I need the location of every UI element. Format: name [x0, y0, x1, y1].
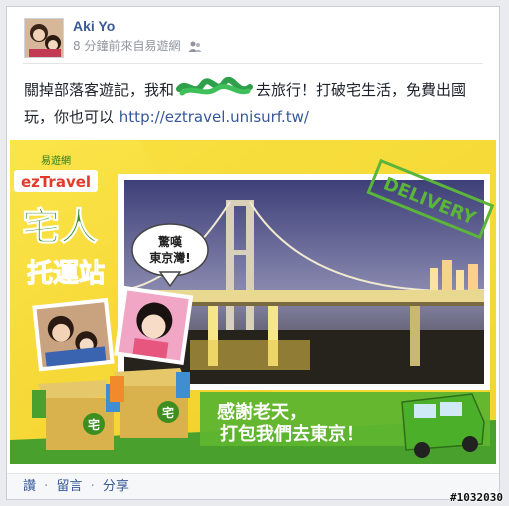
brand-small: 易遊網	[41, 154, 71, 167]
bubble-line-1: 驚嘆	[157, 234, 183, 249]
post-actions-bar: 讚 · 留言 · 分享	[7, 473, 499, 499]
banner-title-1: 宅人	[22, 205, 98, 249]
action-separator: ·	[44, 479, 49, 494]
audience-friends-icon[interactable]	[188, 41, 202, 56]
box-label-right: 宅	[162, 405, 174, 420]
share-link[interactable]: 分享	[103, 479, 129, 494]
banner-title-2: 托運站	[27, 259, 105, 289]
bubble-line-2: 東京灣!	[149, 250, 190, 265]
author-avatar[interactable]	[24, 18, 64, 58]
box-label-left: 宅	[88, 417, 100, 432]
shared-image-banner[interactable]: 易遊網 ezTravel 宅人 托運站 驚嘆 東京灣! DELIVERY 感謝老…	[10, 140, 496, 464]
feed-post: Aki Yo 8 分鐘前來自易遊網 關掉部落客遊記，我和 去旅行！打破宅生活，免費…	[6, 6, 500, 500]
cardboard-box-right: 宅	[110, 368, 190, 438]
slogan-line-1: 感謝老天，	[217, 401, 307, 423]
photo-couple	[32, 297, 115, 372]
author-name[interactable]: Aki Yo	[73, 18, 115, 34]
slogan-line-2: 打包我們去東京！	[220, 423, 364, 445]
comment-link[interactable]: 留言	[56, 479, 82, 494]
post-meta: 8 分鐘前來自易遊網	[73, 37, 202, 56]
header-divider	[23, 63, 483, 64]
post-link[interactable]: http://eztravel.unisurf.tw/	[119, 108, 309, 126]
post-text-part1: 關掉部落客遊記，我和	[24, 81, 175, 99]
post-timestamp-source[interactable]: 8 分鐘前來自易遊網	[73, 39, 180, 53]
watermark: #1032030	[450, 491, 503, 504]
redaction-scribble	[176, 76, 254, 106]
action-separator: ·	[90, 479, 95, 494]
photo-girl	[114, 285, 194, 365]
like-link[interactable]: 讚	[23, 479, 36, 494]
post-text: 關掉部落客遊記，我和 去旅行！打破宅生活，免費出國玩，你也可以 http://ez…	[24, 76, 486, 129]
brand-name: ezTravel	[21, 173, 91, 191]
